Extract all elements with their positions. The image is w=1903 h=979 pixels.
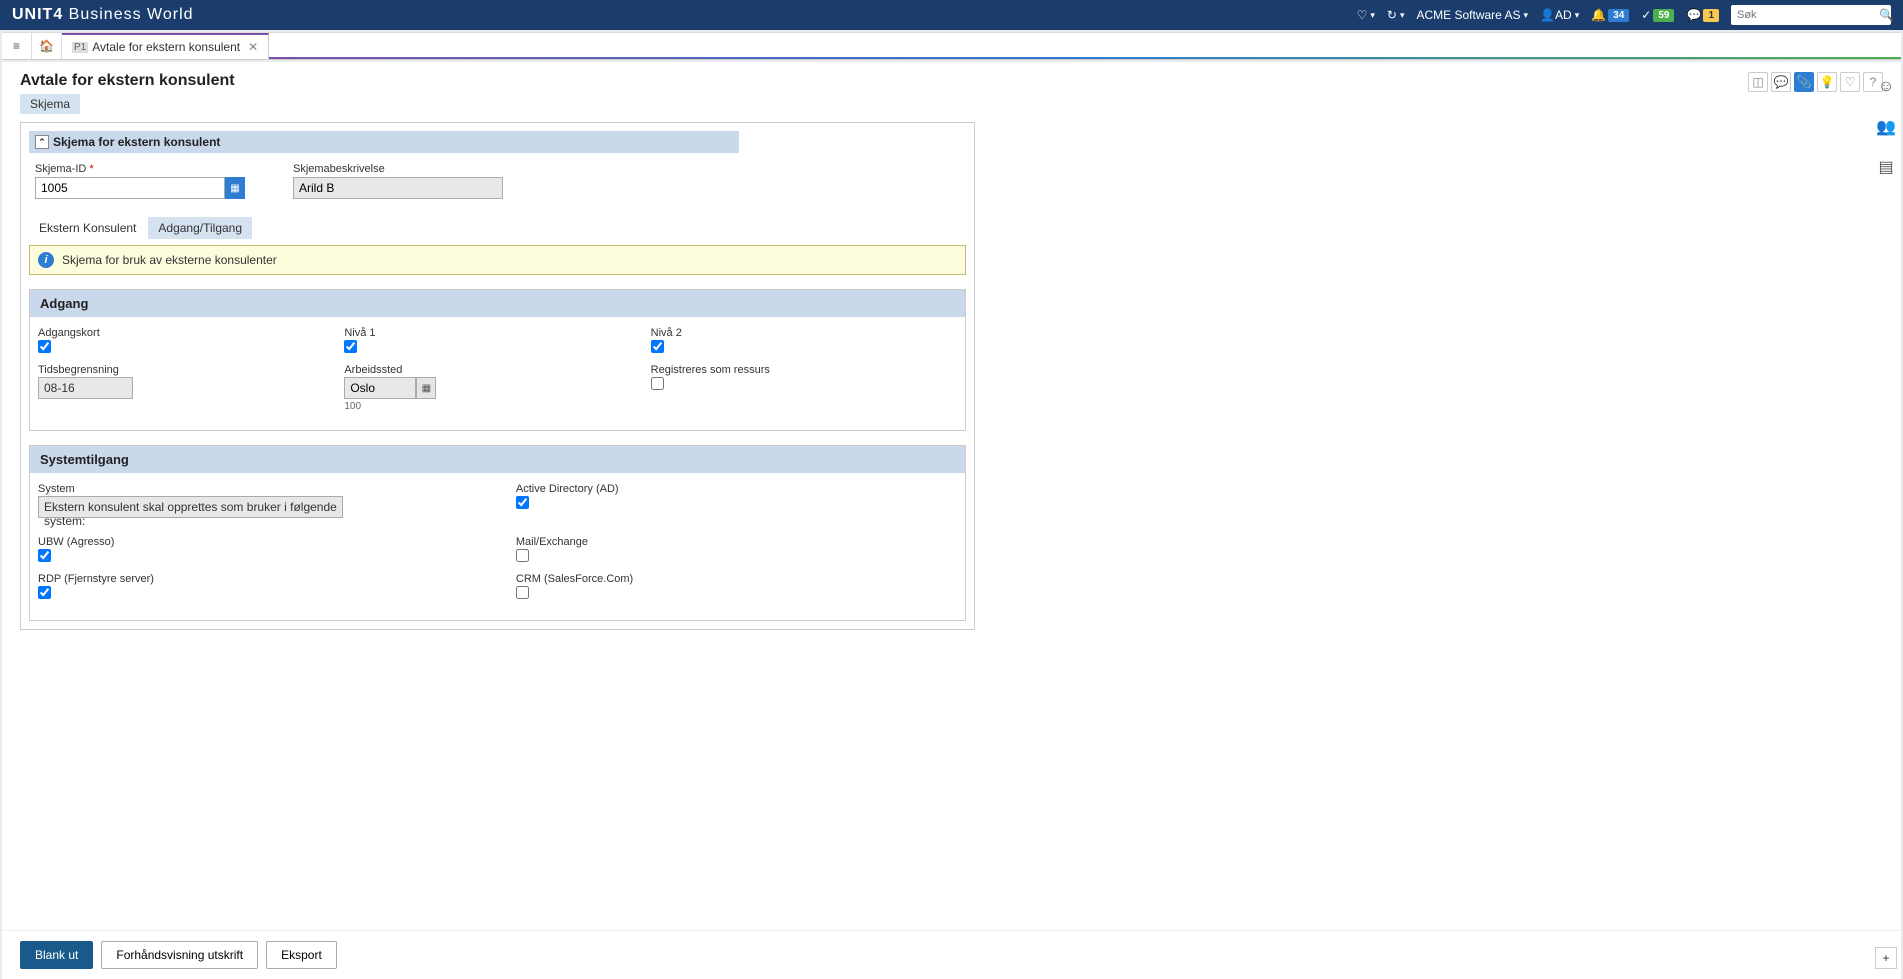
rdp-checkbox[interactable]	[38, 586, 51, 599]
notifications-button[interactable]: 🔔34	[1591, 8, 1629, 22]
top-navbar: UNIT4 Business World ♡▾ ↻▾ ACME Software…	[0, 0, 1903, 30]
beskrivelse-label: Skjemabeskrivelse	[293, 163, 503, 175]
user-name: AD	[1555, 8, 1572, 22]
messages-button[interactable]: 💬1	[1686, 8, 1719, 22]
notif-count: 34	[1608, 9, 1629, 22]
skjema-id-input[interactable]	[35, 177, 225, 199]
preview-button[interactable]: Forhåndsvisning utskrift	[101, 941, 258, 969]
rail-list-icon[interactable]: ▤	[1875, 156, 1897, 178]
panel-system-header: Systemtilgang	[30, 446, 965, 473]
add-button[interactable]: +	[1875, 947, 1897, 969]
adgangskort-label: Adgangskort	[38, 327, 344, 339]
toolbar-icons: ◫ 💬 📎 💡 ♡ ?	[1748, 72, 1883, 92]
skjema-id-lookup[interactable]: ▦	[225, 177, 245, 199]
chat-icon[interactable]: 💬	[1771, 72, 1791, 92]
right-rail: ☺ 👥 ▤	[1869, 62, 1903, 192]
global-search[interactable]: 🔍	[1731, 5, 1891, 25]
crm-label: CRM (SalesForce.Com)	[516, 573, 957, 585]
tab-active[interactable]: P1 Avtale for ekstern konsulent ✕	[62, 33, 269, 59]
footer-bar: Blank ut Forhåndsvisning utskrift Ekspor…	[2, 930, 1901, 979]
attachment-icon[interactable]: 📎	[1794, 72, 1814, 92]
ad-checkbox[interactable]	[516, 496, 529, 509]
rail-face-icon[interactable]: ☺	[1875, 76, 1897, 98]
mail-checkbox[interactable]	[516, 549, 529, 562]
favorite-icon[interactable]: ♡	[1840, 72, 1860, 92]
brand-logo: UNIT4 Business World	[12, 6, 194, 24]
content-area: Avtale for ekstern konsulent Skjema ◫ 💬 …	[2, 62, 1901, 977]
subtabs: Ekstern Konsulent Adgang/Tilgang	[29, 217, 966, 239]
collapse-icon[interactable]: ⌃	[35, 135, 49, 149]
skjema-id-label: Skjema-ID *	[35, 163, 245, 175]
search-input[interactable]	[1737, 9, 1879, 21]
close-icon[interactable]: ✕	[248, 40, 258, 54]
niva2-checkbox[interactable]	[651, 340, 664, 353]
niva1-checkbox[interactable]	[344, 340, 357, 353]
arbeidssted-lookup[interactable]: ▦	[416, 377, 436, 399]
company-name: ACME Software AS	[1416, 8, 1520, 22]
page-subtab[interactable]: Skjema	[20, 94, 80, 114]
panel-system: Systemtilgang System Ekstern konsulent s…	[29, 445, 966, 621]
tabbar: ≡ 🏠 P1 Avtale for ekstern konsulent ✕	[2, 32, 1901, 60]
brand-rest: Business World	[63, 6, 193, 23]
registreres-checkbox[interactable]	[651, 377, 664, 390]
ubw-label: UBW (Agresso)	[38, 536, 516, 548]
tasks-button[interactable]: ✓59	[1641, 8, 1674, 22]
system-value: Ekstern konsulent skal opprettes som bru…	[38, 496, 343, 518]
favorites-menu[interactable]: ♡▾	[1357, 8, 1375, 22]
msg-count: 1	[1703, 9, 1719, 22]
ubw-checkbox[interactable]	[38, 549, 51, 562]
export-button[interactable]: Eksport	[266, 941, 337, 969]
menu-button[interactable]: ≡	[2, 33, 32, 59]
arbeidssted-code: 100	[344, 401, 650, 412]
user-menu[interactable]: 👤 AD▾	[1540, 8, 1579, 22]
beskrivelse-input	[293, 177, 503, 199]
adgangskort-checkbox[interactable]	[38, 340, 51, 353]
niva1-label: Nivå 1	[344, 327, 650, 339]
blank-button[interactable]: Blank ut	[20, 941, 93, 969]
section-title: Skjema for ekstern konsulent	[53, 135, 220, 149]
tidsbegrensning-value: 08-16	[38, 377, 133, 399]
subtab-ekstern[interactable]: Ekstern Konsulent	[29, 217, 146, 239]
mail-label: Mail/Exchange	[516, 536, 957, 548]
tab-prefix-icon: P1	[72, 42, 88, 53]
rail-people-icon[interactable]: 👥	[1875, 116, 1897, 138]
split-icon[interactable]: ◫	[1748, 72, 1768, 92]
info-box: i Skjema for bruk av eksterne konsulente…	[29, 245, 966, 275]
history-menu[interactable]: ↻▾	[1387, 8, 1405, 22]
arbeidssted-label: Arbeidssted	[344, 364, 650, 376]
arbeidssted-input[interactable]	[344, 377, 416, 399]
system-label: System	[38, 483, 516, 495]
niva2-label: Nivå 2	[651, 327, 957, 339]
info-text: Skjema for bruk av eksterne konsulenter	[62, 253, 277, 267]
hint-icon[interactable]: 💡	[1817, 72, 1837, 92]
tasks-count: 59	[1653, 9, 1674, 22]
search-icon: 🔍	[1879, 8, 1894, 22]
ad-label: Active Directory (AD)	[516, 483, 957, 495]
rdp-label: RDP (Fjernstyre server)	[38, 573, 516, 585]
tidsbegrensning-label: Tidsbegrensning	[38, 364, 344, 376]
panel-adgang-header: Adgang	[30, 290, 965, 317]
tab-title: Avtale for ekstern konsulent	[92, 40, 240, 54]
section-skjema-header: ⌃ Skjema for ekstern konsulent	[29, 131, 739, 153]
info-icon: i	[38, 252, 54, 268]
panel-adgang: Adgang Adgangskort Nivå 1	[29, 289, 966, 431]
subtab-adgang[interactable]: Adgang/Tilgang	[148, 217, 252, 239]
form-container: ⌃ Skjema for ekstern konsulent Skjema-ID…	[20, 122, 975, 630]
page-title: Avtale for ekstern konsulent	[20, 72, 1748, 90]
company-menu[interactable]: ACME Software AS▾	[1416, 8, 1528, 22]
registreres-label: Registreres som ressurs	[651, 364, 957, 376]
home-button[interactable]: 🏠	[32, 33, 62, 59]
crm-checkbox[interactable]	[516, 586, 529, 599]
brand-bold: UNIT4	[12, 6, 63, 23]
